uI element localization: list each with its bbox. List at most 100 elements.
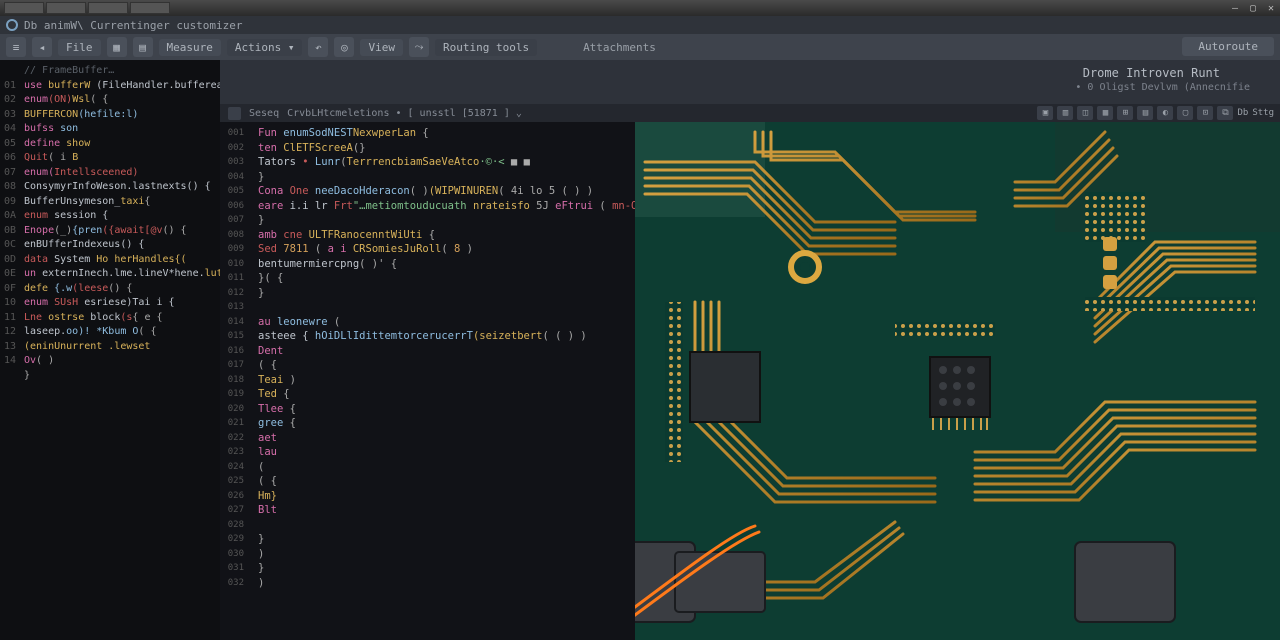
code-line[interactable]: )	[252, 576, 635, 591]
code-line[interactable]: ten ClETFScreeA(}	[252, 141, 635, 156]
code-line[interactable]: }	[252, 170, 635, 185]
code-line[interactable]: Ov( )	[22, 354, 220, 369]
window-maximize-button[interactable]: ▢	[1244, 1, 1262, 15]
layer-icon[interactable]: ▦	[107, 37, 127, 57]
tool-h-icon[interactable]: ▢	[1177, 106, 1193, 120]
code-line[interactable]: asteee { hOiDLlIdittemtorcerucerrT(seize…	[252, 329, 635, 344]
crumb-path[interactable]: CrvbLHtcmeletions • [ unsstl [51871 ] ⌄	[287, 108, 522, 119]
code-line[interactable]: Lne ostrse block(s{ e {	[22, 311, 220, 326]
panel-icon[interactable]	[228, 107, 241, 120]
code-line[interactable]: au leonewre (	[252, 315, 635, 330]
code-line[interactable]: Fun enumSodNESTNexwperLan {	[252, 126, 635, 141]
code-line[interactable]: lau	[252, 445, 635, 460]
autoroute-button[interactable]: Autoroute	[1182, 37, 1274, 56]
code-line[interactable]	[252, 300, 635, 315]
tool-g-icon[interactable]: ◐	[1157, 106, 1173, 120]
line-number: 030	[220, 547, 252, 562]
code-line[interactable]: ( {	[252, 358, 635, 373]
code-line[interactable]: define show	[22, 137, 220, 152]
line-number	[0, 369, 22, 384]
db-label[interactable]: Db	[1237, 106, 1248, 120]
route-icon[interactable]: ⤳	[409, 37, 429, 57]
line-number: 07	[0, 166, 22, 181]
window-close-button[interactable]: ✕	[1262, 1, 1280, 15]
code-line[interactable]: aet	[252, 431, 635, 446]
line-number: 0E	[0, 267, 22, 282]
code-line[interactable]	[252, 518, 635, 533]
code-line[interactable]: }	[252, 286, 635, 301]
code-line[interactable]: (	[252, 460, 635, 475]
code-line[interactable]: enum session {	[22, 209, 220, 224]
menu-actions[interactable]: Actions ▾	[227, 39, 303, 56]
code-line[interactable]: Teai )	[252, 373, 635, 388]
code-line[interactable]: }	[252, 561, 635, 576]
code-line[interactable]: BufferUnsymeson_taxi{	[22, 195, 220, 210]
target-icon[interactable]: ◎	[334, 37, 354, 57]
line-number: 01	[0, 79, 22, 94]
line-number: 0F	[0, 282, 22, 297]
app-icon	[6, 19, 18, 31]
stg-label[interactable]: Sttg	[1252, 106, 1274, 120]
code-line[interactable]: Sed 7811 ( a i CRSomiesJuRoll( 8 )	[252, 242, 635, 257]
side-code-editor[interactable]: // FrameBuffer…01use bufferW (FileHandle…	[0, 60, 220, 640]
code-line[interactable]: use bufferW (FileHandler.buffereasesOnt)	[22, 79, 220, 94]
code-line[interactable]: Enope(_){pren({await[@v() {	[22, 224, 220, 239]
code-line[interactable]: enum(Intellsceened)	[22, 166, 220, 181]
menu-icon[interactable]: ≡	[6, 37, 26, 57]
code-line[interactable]: Quit( i B	[22, 151, 220, 166]
pcb-preview-viewport[interactable]	[635, 122, 1280, 640]
code-line[interactable]: )	[252, 547, 635, 562]
code-line[interactable]: gree {	[252, 416, 635, 431]
tool-c-icon[interactable]: ◫	[1077, 106, 1093, 120]
code-line[interactable]: amb cne ULTFRanocenntWiUti {	[252, 228, 635, 243]
code-line[interactable]: }	[252, 213, 635, 228]
menu-view[interactable]: View	[360, 39, 403, 56]
code-line[interactable]: enum(ON)Wsl( {	[22, 93, 220, 108]
code-line[interactable]: bentumermiercpng( )' {	[252, 257, 635, 272]
code-line[interactable]: BUFFERCON(hefile:l)	[22, 108, 220, 123]
code-line[interactable]: Hm}	[252, 489, 635, 504]
code-line[interactable]: (eninUnurrent .lewset	[22, 340, 220, 355]
line-number: 02	[0, 93, 22, 108]
code-line[interactable]: // FrameBuffer…	[22, 64, 220, 79]
code-line[interactable]: data System Ho herHandles{(	[22, 253, 220, 268]
code-line[interactable]: Tators • Lunr(TerrrencbiamSaeVeAtco·©·< …	[252, 155, 635, 170]
line-number: 013	[220, 300, 252, 315]
code-line[interactable]: Cona One neeDacoHderacon( )(WIPWINUREN( …	[252, 184, 635, 199]
code-line[interactable]: Blt	[252, 503, 635, 518]
code-line[interactable]: un externInech.lme.lineV*hene.lute(	[22, 267, 220, 282]
code-line[interactable]: }	[22, 369, 220, 384]
tool-b-icon[interactable]: ▥	[1057, 106, 1073, 120]
attachments-label[interactable]: Attachments	[583, 41, 656, 54]
tool-d-icon[interactable]: ▦	[1097, 106, 1113, 120]
code-line[interactable]: ( {	[252, 474, 635, 489]
menu-file[interactable]: File	[58, 39, 101, 56]
code-line[interactable]: }( {	[252, 271, 635, 286]
code-line[interactable]: bufss son	[22, 122, 220, 137]
tool-i-icon[interactable]: ⊡	[1197, 106, 1213, 120]
code-line[interactable]: Dent	[252, 344, 635, 359]
nav-back-icon[interactable]: ◂	[32, 37, 52, 57]
main-code-editor[interactable]: 001Fun enumSodNESTNexwperLan {002ten ClE…	[220, 122, 635, 640]
tool-f-icon[interactable]: ▤	[1137, 106, 1153, 120]
tool-e-icon[interactable]: ⊞	[1117, 106, 1133, 120]
code-line[interactable]: ConsymyrInfoWeson.lastnexts() {	[22, 180, 220, 195]
tool-j-icon[interactable]: ⧉	[1217, 106, 1233, 120]
code-line[interactable]: enBUfferIndexeus() {	[22, 238, 220, 253]
code-line[interactable]: Ted {	[252, 387, 635, 402]
menu-routing[interactable]: Routing tools	[435, 39, 537, 56]
tool-a-icon[interactable]: ▣	[1037, 106, 1053, 120]
grid-icon[interactable]: ▤	[133, 37, 153, 57]
main-toolbar: ≡ ◂ File ▦ ▤ Measure Actions ▾ ↶ ◎ View …	[0, 34, 1280, 60]
undo-icon[interactable]: ↶	[308, 37, 328, 57]
code-line[interactable]: eare i.i lr Frt"…metiomtouducuath nratei…	[252, 199, 635, 214]
code-line[interactable]: laseep.oo)! *Kbum O( {	[22, 325, 220, 340]
window-minimize-button[interactable]: —	[1226, 1, 1244, 15]
code-line[interactable]: enum SUsH esriese)Tai i {	[22, 296, 220, 311]
crumb-seq[interactable]: Seseq	[249, 108, 279, 119]
menu-measure[interactable]: Measure	[159, 39, 221, 56]
line-number: 021	[220, 416, 252, 431]
code-line[interactable]: defe {.w(leese() {	[22, 282, 220, 297]
code-line[interactable]: }	[252, 532, 635, 547]
code-line[interactable]: Tlee {	[252, 402, 635, 417]
